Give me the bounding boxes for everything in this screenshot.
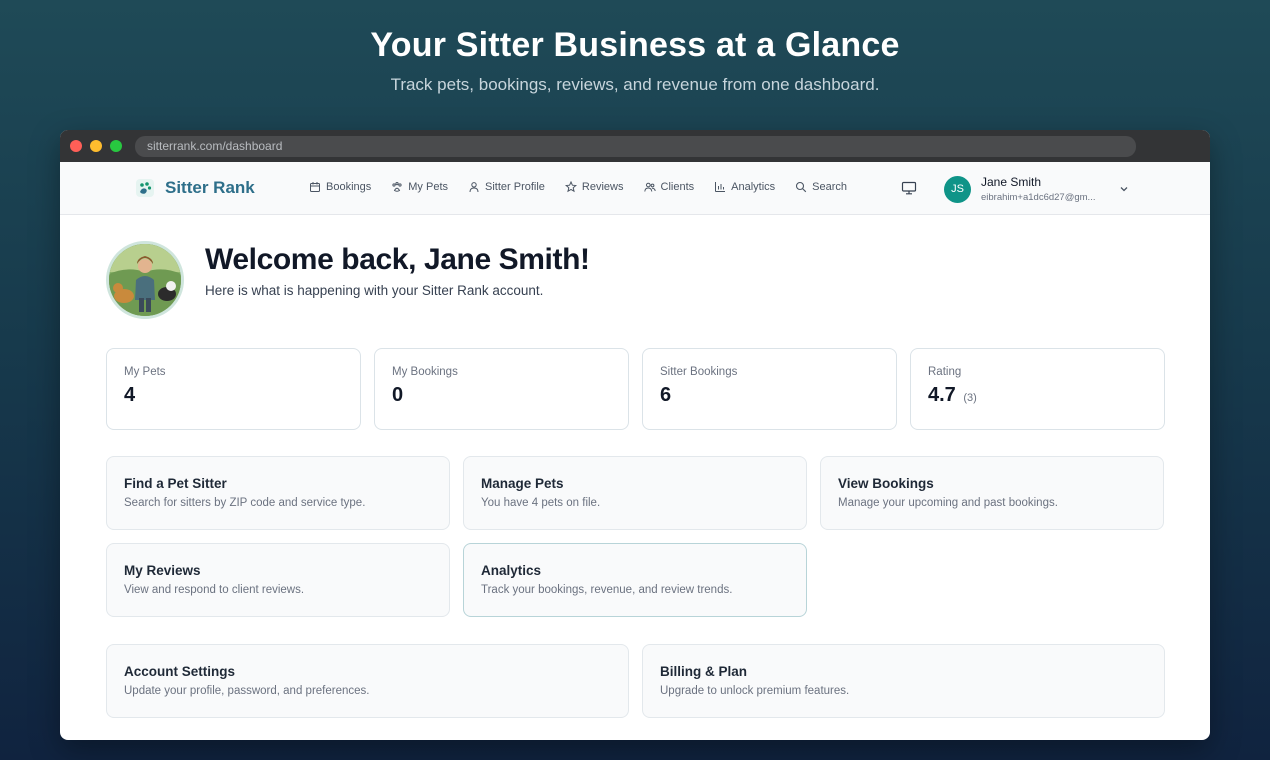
nav-my-pets[interactable]: My Pets [391, 181, 448, 193]
card-billing-plan[interactable]: Billing & Plan Upgrade to unlock premium… [642, 644, 1165, 718]
profile-photo-image [109, 244, 181, 316]
address-bar[interactable]: sitterrank.com/dashboard [135, 136, 1136, 157]
main-nav: Bookings My Pets Sitter Profile Reviews … [309, 181, 867, 193]
stat-rating: Rating 4.7 (3) [910, 348, 1165, 430]
dashboard-content: Welcome back, Jane Smith! Here is what i… [60, 215, 1210, 740]
browser-chrome: sitterrank.com/dashboard [60, 130, 1210, 162]
nav-analytics-label: Analytics [731, 181, 776, 193]
nav-search-label: Search [812, 181, 848, 193]
nav-analytics[interactable]: Analytics [714, 181, 775, 193]
card-title: Account Settings [124, 664, 236, 679]
card-manage-pets[interactable]: Manage Pets You have 4 pets on file. [463, 456, 807, 530]
nav-search[interactable]: Search [795, 181, 847, 193]
stat-value: 4 [124, 384, 136, 406]
user-avatar: JS [944, 175, 971, 203]
stat-label: My Bookings [392, 366, 458, 378]
nav-bookings-label: Bookings [326, 181, 372, 193]
card-title: Manage Pets [481, 476, 564, 491]
top-navbar: Sitter Rank Bookings My Pets Sitter Prof… [60, 162, 1210, 215]
rating-value: 4.7 [928, 384, 956, 406]
nav-sitter-profile-label: Sitter Profile [485, 181, 545, 193]
browser-window: sitterrank.com/dashboard Sitter Rank Boo… [60, 130, 1210, 740]
card-title: View Bookings [838, 476, 934, 491]
card-description: Upgrade to unlock premium features. [660, 685, 850, 697]
nav-sitter-profile[interactable]: Sitter Profile [468, 181, 545, 193]
card-description: You have 4 pets on file. [481, 497, 601, 509]
calendar-icon [310, 182, 320, 192]
card-title: Find a Pet Sitter [124, 476, 227, 491]
card-my-reviews[interactable]: My Reviews View and respond to client re… [106, 543, 450, 617]
minimize-window-dot[interactable] [90, 140, 102, 152]
user-info: Jane Smith eibrahim+a1dc6d27@gm... [981, 175, 1107, 203]
nav-clients[interactable]: Clients [643, 181, 695, 193]
user-name: Jane Smith [981, 175, 1042, 189]
user-email: eibrahim+a1dc6d27@gm... [981, 192, 1096, 203]
stat-my-pets: My Pets 4 [106, 348, 361, 430]
nav-reviews-label: Reviews [581, 181, 624, 193]
stat-label: Rating [928, 366, 962, 378]
close-window-dot[interactable] [70, 140, 82, 152]
nav-bookings[interactable]: Bookings [309, 181, 371, 193]
stat-sitter-bookings: Sitter Bookings 6 [642, 348, 897, 430]
hero-title: Your Sitter Business at a Glance [370, 26, 900, 64]
people-icon [643, 182, 656, 192]
hero-subtitle: Track pets, bookings, reviews, and reven… [390, 75, 880, 94]
stat-label: Sitter Bookings [660, 366, 738, 378]
card-description: Manage your upcoming and past bookings. [838, 497, 1058, 509]
stat-value: 0 [392, 384, 404, 406]
card-find-sitter[interactable]: Find a Pet Sitter Search for sitters by … [106, 456, 450, 530]
person-icon [469, 182, 479, 193]
bar-chart-icon [715, 182, 726, 192]
maximize-window-dot[interactable] [110, 140, 122, 152]
welcome-subtitle: Here is what is happening with your Sitt… [205, 283, 544, 298]
star-icon [564, 181, 577, 193]
card-title: My Reviews [124, 563, 201, 578]
card-analytics[interactable]: Analytics Track your bookings, revenue, … [463, 543, 807, 617]
brand-link[interactable]: Sitter Rank [135, 178, 255, 198]
card-description: Search for sitters by ZIP code and servi… [124, 497, 366, 509]
chevron-down-icon [1120, 187, 1128, 192]
profile-photo [106, 241, 184, 319]
welcome-heading: Welcome back, Jane Smith! [205, 243, 590, 276]
card-title: Billing & Plan [660, 664, 748, 679]
stat-value: 4.7 (3) [928, 384, 1147, 407]
card-description: Update your profile, password, and prefe… [124, 685, 370, 697]
brand-name: Sitter Rank [165, 178, 255, 197]
stat-label: My Pets [124, 366, 166, 378]
card-view-bookings[interactable]: View Bookings Manage your upcoming and p… [820, 456, 1164, 530]
card-description: Track your bookings, revenue, and review… [481, 584, 733, 596]
card-description: View and respond to client reviews. [124, 584, 305, 596]
nav-my-pets-label: My Pets [408, 181, 448, 193]
stat-value: 6 [660, 384, 672, 406]
paw-logo-icon [136, 179, 154, 197]
search-icon [796, 181, 807, 193]
paw-icon [392, 181, 402, 192]
monitor-icon[interactable] [901, 180, 917, 196]
stat-my-bookings: My Bookings 0 [374, 348, 629, 430]
nav-reviews[interactable]: Reviews [564, 181, 624, 193]
nav-clients-label: Clients [660, 181, 695, 193]
card-account-settings[interactable]: Account Settings Update your profile, pa… [106, 644, 629, 718]
user-menu[interactable]: JS Jane Smith eibrahim+a1dc6d27@gm... [944, 175, 1129, 203]
card-title: Analytics [481, 563, 542, 578]
rating-count: (3) [963, 392, 977, 404]
